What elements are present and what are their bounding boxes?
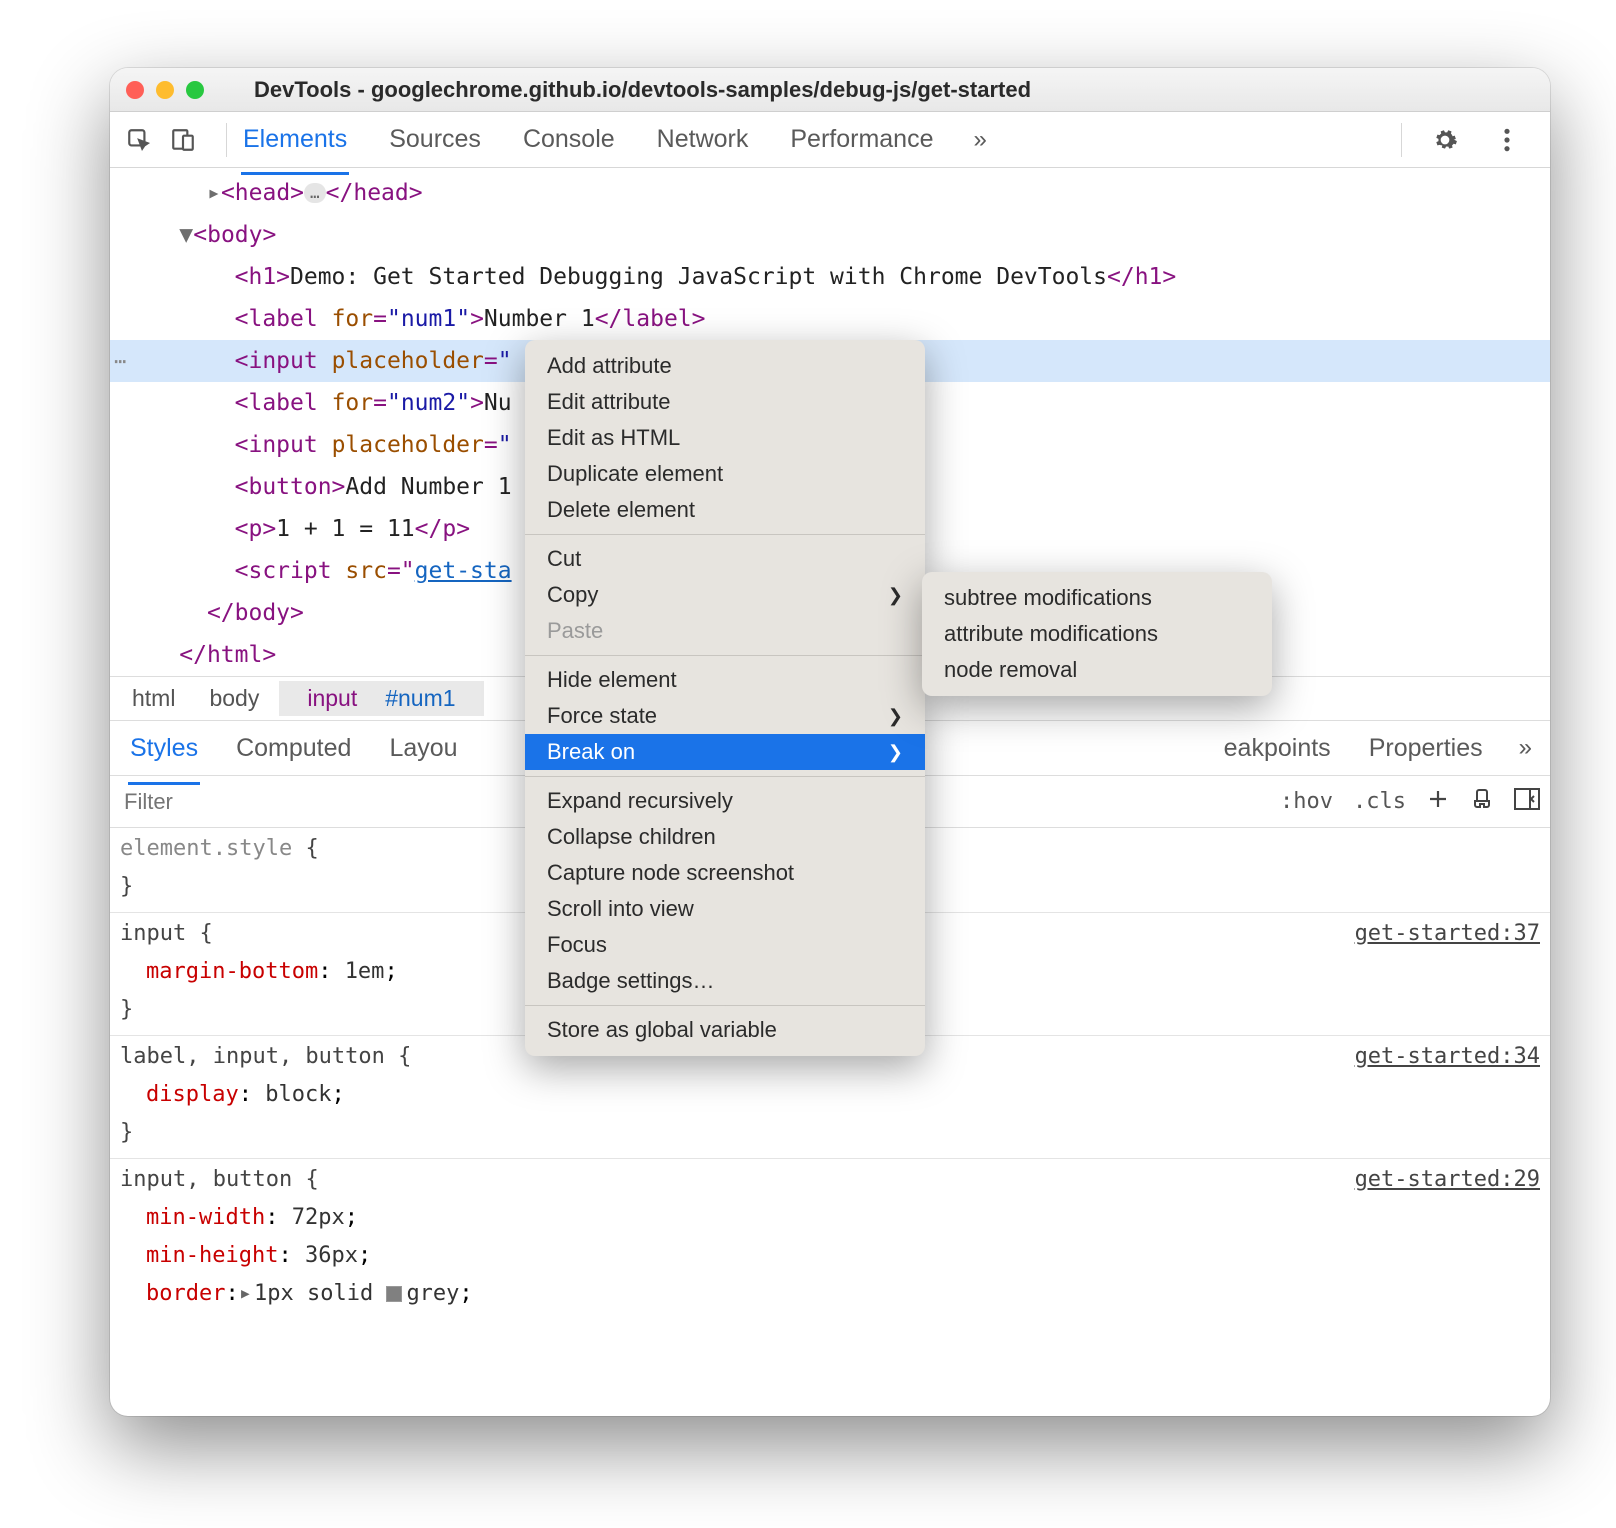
kebab-menu-icon[interactable] [1492,125,1522,155]
tab-performance[interactable]: Performance [788,115,935,164]
traffic-lights [126,81,204,99]
subtab-layout[interactable]: Layou [387,724,459,773]
context-menu[interactable]: Add attribute Edit attribute Edit as HTM… [525,340,925,1056]
tab-elements[interactable]: Elements [241,115,349,164]
rule-input-button[interactable]: get-started:29 input, button { min-width… [110,1159,1550,1319]
hov-toggle[interactable]: :hov [1280,789,1333,814]
ctx-paste: Paste [525,613,925,649]
break-on-submenu[interactable]: subtree modifications attribute modifica… [922,572,1272,696]
window-title: DevTools - googlechrome.github.io/devtoo… [254,77,1031,103]
breadcrumb-html[interactable]: html [118,681,189,716]
toolbar-right [1430,125,1536,155]
dom-line-body-open[interactable]: ▼<body> [110,214,1550,256]
ctx-hide-element[interactable]: Hide element [525,662,925,698]
separator [1401,123,1402,157]
ctx-break-on[interactable]: Break on❯ [525,734,925,770]
dom-line-h1[interactable]: <h1>Demo: Get Started Debugging JavaScri… [110,256,1550,298]
source-link[interactable]: get-started:34 [1355,1038,1540,1076]
maximize-window-icon[interactable] [186,81,204,99]
subtab-styles[interactable]: Styles [128,724,200,773]
ctx-edit-as-html[interactable]: Edit as HTML [525,420,925,456]
chevron-right-icon: ❯ [888,585,903,606]
ctx-duplicate-element[interactable]: Duplicate element [525,456,925,492]
close-window-icon[interactable] [126,81,144,99]
ctx-capture-node-screenshot[interactable]: Capture node screenshot [525,855,925,891]
ctx-scroll-into-view[interactable]: Scroll into view [525,891,925,927]
separator [226,123,227,157]
breadcrumb-body[interactable]: body [195,681,273,716]
more-tabs-icon[interactable]: » [973,126,986,154]
separator [525,1005,925,1006]
tab-console[interactable]: Console [521,115,617,164]
ctx-edit-attribute[interactable]: Edit attribute [525,384,925,420]
submenu-subtree-modifications[interactable]: subtree modifications [922,580,1272,616]
ctx-add-attribute[interactable]: Add attribute [525,348,925,384]
paint-brush-icon[interactable] [1470,787,1494,817]
separator [525,655,925,656]
submenu-node-removal[interactable]: node removal [922,652,1272,688]
color-swatch-icon[interactable] [386,1286,402,1302]
ctx-collapse-children[interactable]: Collapse children [525,819,925,855]
dom-line-head[interactable]: ▸<head>…</head> [110,172,1550,214]
chevron-right-icon: ❯ [888,742,903,763]
source-link[interactable]: get-started:29 [1355,1161,1540,1199]
submenu-attribute-modifications[interactable]: attribute modifications [922,616,1272,652]
more-subtabs-icon[interactable]: » [1519,734,1532,762]
gear-icon[interactable] [1430,125,1460,155]
window-titlebar: DevTools - googlechrome.github.io/devtoo… [110,68,1550,112]
separator [525,534,925,535]
ctx-expand-recursively[interactable]: Expand recursively [525,783,925,819]
separator [525,776,925,777]
inspect-element-icon[interactable] [124,125,154,155]
chevron-right-icon: ❯ [888,706,903,727]
styles-filter-tools: :hov .cls [1280,787,1540,817]
ctx-badge-settings[interactable]: Badge settings… [525,963,925,999]
ellipsis-badge[interactable]: … [304,183,326,203]
ctx-delete-element[interactable]: Delete element [525,492,925,528]
tab-sources[interactable]: Sources [387,115,483,164]
tab-network[interactable]: Network [655,115,751,164]
main-toolbar: Elements Sources Console Network Perform… [110,112,1550,168]
cls-toggle[interactable]: .cls [1353,789,1406,814]
panel-layout-icon[interactable] [1514,788,1540,816]
new-rule-icon[interactable] [1426,787,1450,817]
subtab-properties[interactable]: Properties [1367,724,1485,773]
ctx-copy[interactable]: Copy❯ [525,577,925,613]
dom-line-label1[interactable]: <label for="num1">Number 1</label> [110,298,1550,340]
subtab-computed[interactable]: Computed [234,724,353,773]
minimize-window-icon[interactable] [156,81,174,99]
ctx-focus[interactable]: Focus [525,927,925,963]
device-toolbar-icon[interactable] [168,125,198,155]
main-tabs: Elements Sources Console Network Perform… [241,115,1387,164]
ctx-cut[interactable]: Cut [525,541,925,577]
ctx-force-state[interactable]: Force state❯ [525,698,925,734]
ctx-store-as-global[interactable]: Store as global variable [525,1012,925,1048]
source-link[interactable]: get-started:37 [1355,915,1540,953]
breadcrumb-input[interactable]: input#num1 [279,681,483,716]
subtab-breakpoints[interactable]: eakpoints [1222,724,1333,773]
